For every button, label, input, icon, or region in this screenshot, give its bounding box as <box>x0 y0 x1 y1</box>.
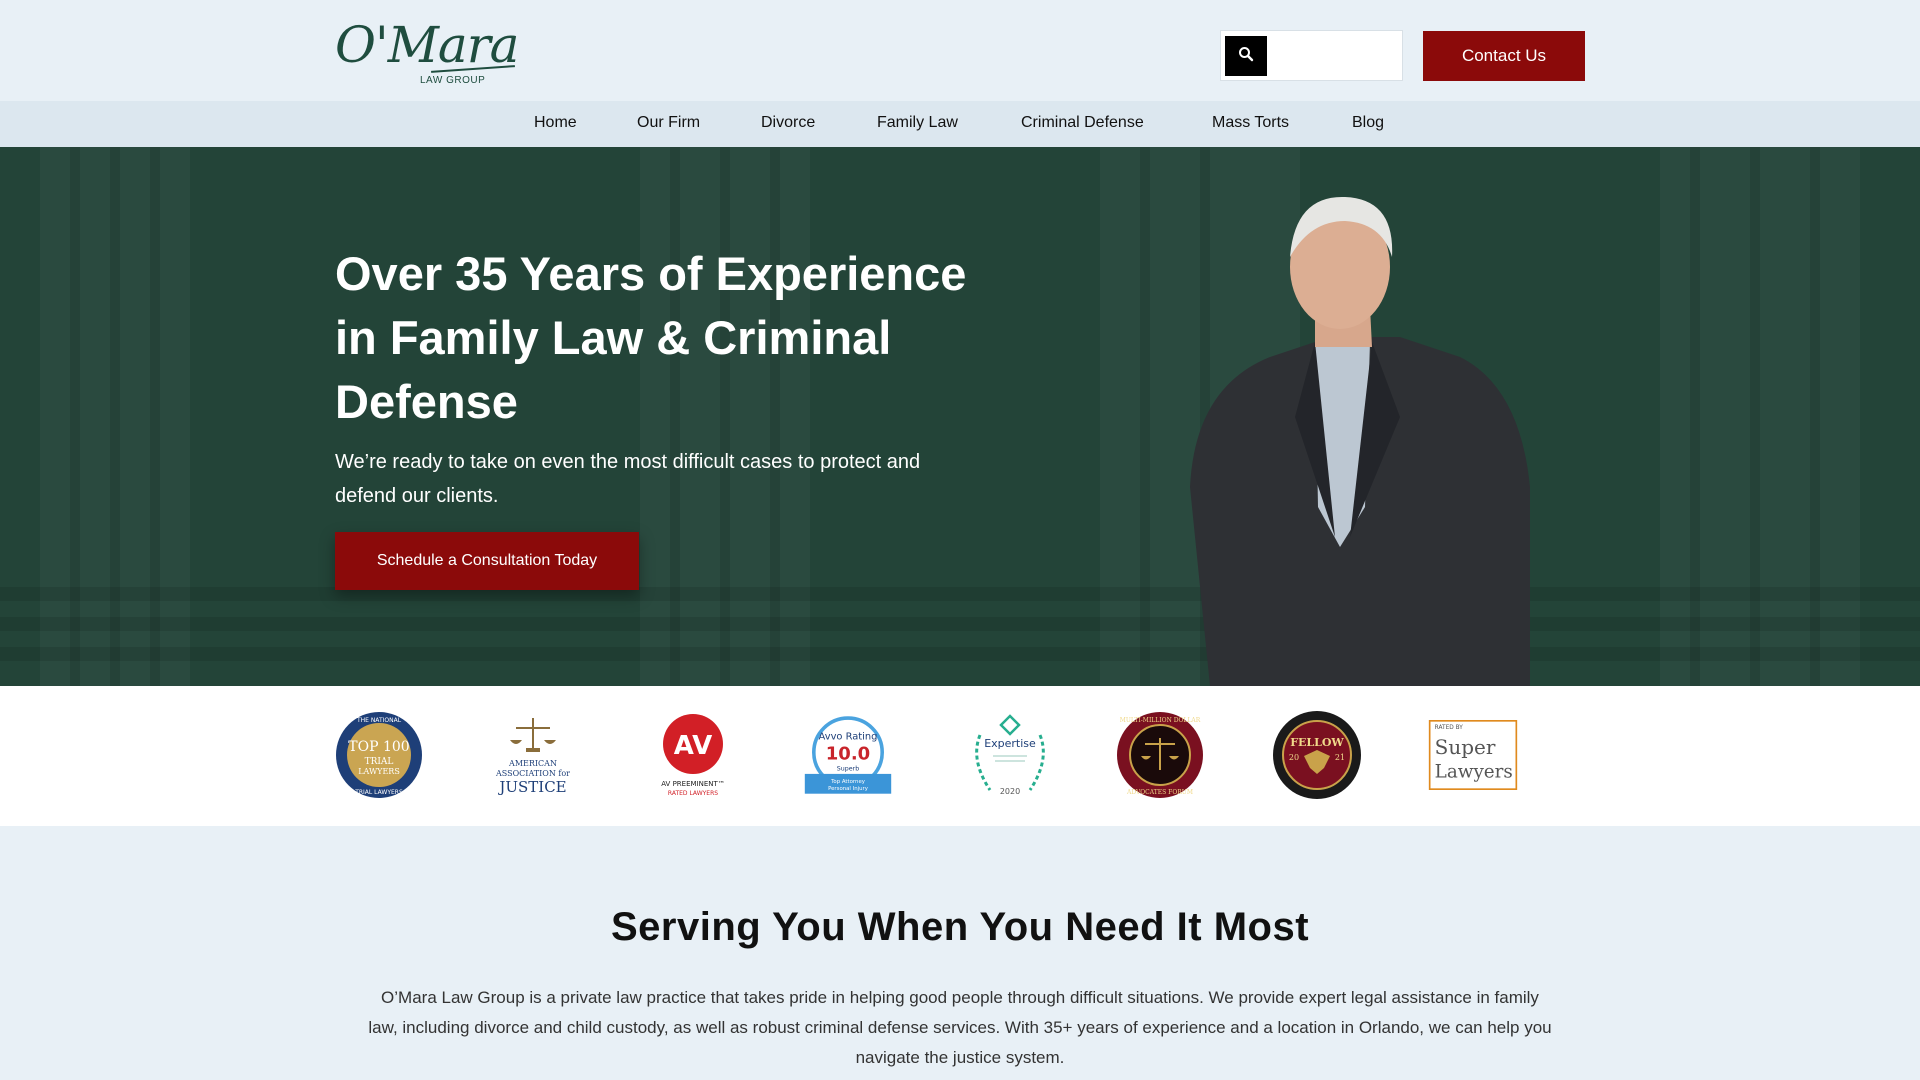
svg-text:20: 20 <box>1289 753 1299 762</box>
badge-top100-trial-lawyers: TOP 100 TRIAL LAWYERS THE NATIONAL TRIAL… <box>334 710 424 800</box>
svg-text:Personal Injury: Personal Injury <box>828 786 869 792</box>
nav-item-divorce[interactable]: Divorce <box>761 114 815 132</box>
svg-text:21: 21 <box>1335 753 1345 762</box>
badge-multi-million-dollar-advocates: MULTI-MILLION DOLLAR ADVOCATES FORUM <box>1115 710 1205 800</box>
nav-item-home[interactable]: Home <box>534 114 577 132</box>
badge-av-preeminent: AV AV PREEMINENT™ RATED LAWYERS <box>648 710 738 800</box>
search-icon <box>1238 46 1254 67</box>
svg-text:THE NATIONAL: THE NATIONAL <box>356 717 402 724</box>
serving-title: Serving You When You Need It Most <box>610 905 1310 949</box>
svg-text:Super: Super <box>1435 735 1496 759</box>
logo-subtitle: LAW GROUP <box>420 75 486 86</box>
badge-american-association-for-justice: AMERICAN ASSOCIATION for JUSTICE <box>488 710 578 800</box>
search-button[interactable] <box>1225 36 1267 76</box>
nav-item-our-firm[interactable]: Our Firm <box>637 114 700 132</box>
badge-avvo-rating: Avvo Rating 10.0 Superb Top Attorney Per… <box>803 710 893 800</box>
svg-text:MULTI-MILLION DOLLAR: MULTI-MILLION DOLLAR <box>1120 717 1201 724</box>
svg-text:Lawyers: Lawyers <box>1435 762 1513 783</box>
svg-text:AV: AV <box>674 731 712 761</box>
svg-text:10.0: 10.0 <box>826 744 870 765</box>
svg-text:LAWYERS: LAWYERS <box>358 767 400 776</box>
svg-text:AMERICAN: AMERICAN <box>508 759 557 768</box>
main-nav: Home Our Firm Divorce Family Law Crimina… <box>0 101 1920 147</box>
badge-fellow-2021: FELLOW 20 21 <box>1272 710 1362 800</box>
badge-top100-text: TOP 100 <box>348 739 409 755</box>
hero-title: Over 35 Years of Experience in Family La… <box>335 247 967 428</box>
svg-text:Avvo Rating: Avvo Rating <box>819 732 878 743</box>
nav-item-mass-torts[interactable]: Mass Torts <box>1212 114 1289 132</box>
search-box <box>1220 30 1403 81</box>
badge-super-lawyers: RATED BY Super Lawyers <box>1428 710 1518 800</box>
hero-section: Over 35 Years of Experience in Family La… <box>0 147 1920 686</box>
svg-text:2020: 2020 <box>1000 787 1020 796</box>
serving-description: O’Mara Law Group is a private law practi… <box>368 988 1552 1067</box>
attorney-photo <box>1190 196 1530 686</box>
svg-text:Top Attorney: Top Attorney <box>830 779 866 785</box>
svg-text:ASSOCIATION for: ASSOCIATION for <box>495 769 570 778</box>
search-input[interactable] <box>1271 35 1399 77</box>
svg-text:RATED BY: RATED BY <box>1435 725 1464 731</box>
contact-us-button[interactable]: Contact Us <box>1423 31 1585 81</box>
svg-text:RATED LAWYERS: RATED LAWYERS <box>668 790 718 797</box>
svg-text:JUSTICE: JUSTICE <box>497 778 566 796</box>
schedule-consultation-button[interactable]: Schedule a Consultation Today <box>335 532 639 590</box>
hero-subtitle: We’re ready to take on even the most dif… <box>335 451 921 507</box>
site-header: O'Mara LAW GROUP Contact Us <box>0 0 1920 101</box>
svg-text:FELLOW: FELLOW <box>1290 736 1344 749</box>
nav-item-family-law[interactable]: Family Law <box>877 114 958 132</box>
svg-text:TRIAL LAWYERS: TRIAL LAWYERS <box>354 789 403 796</box>
svg-text:Expertise: Expertise <box>984 737 1036 750</box>
svg-text:TRIAL: TRIAL <box>365 757 394 767</box>
nav-item-criminal-defense[interactable]: Criminal Defense <box>1021 114 1144 132</box>
logo-wordmark: O'Mara <box>335 16 519 74</box>
svg-text:AV PREEMINENT™: AV PREEMINENT™ <box>661 780 725 788</box>
logo[interactable]: O'Mara LAW GROUP <box>335 16 519 94</box>
svg-text:ADVOCATES FORUM: ADVOCATES FORUM <box>1126 789 1193 796</box>
awards-strip: TOP 100 TRIAL LAWYERS THE NATIONAL TRIAL… <box>0 686 1920 826</box>
nav-item-blog[interactable]: Blog <box>1352 114 1384 132</box>
svg-text:Superb: Superb <box>837 765 859 772</box>
badge-expertise-2020: Expertise 2020 <box>965 710 1055 800</box>
